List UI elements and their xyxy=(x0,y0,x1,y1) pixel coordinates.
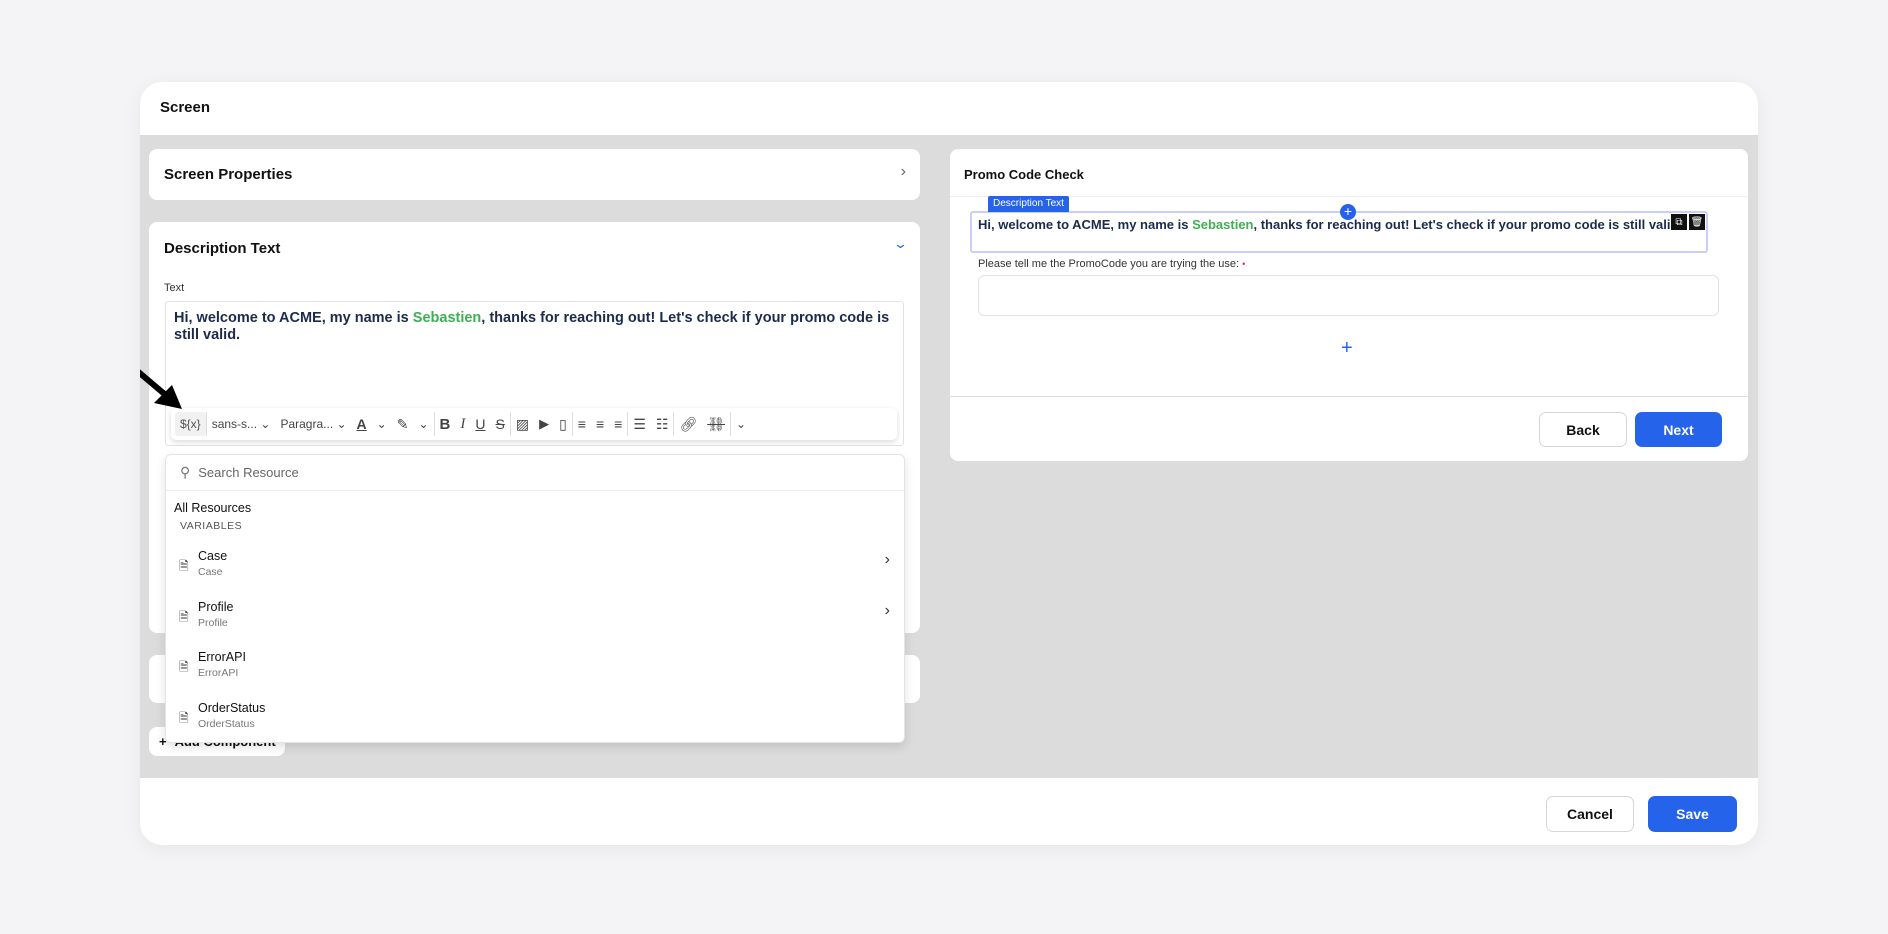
resource-item[interactable]: 🗎︎ Profile Profile › xyxy=(166,596,904,642)
text-label: Text xyxy=(164,282,185,294)
resource-item-subtitle: ErrorAPI xyxy=(198,667,239,679)
resource-item-title: ErrorAPI xyxy=(198,650,246,664)
align-center-icon[interactable]: ≡ xyxy=(591,412,609,436)
modal-header: Screen xyxy=(140,82,1758,135)
preview-text: , thanks for reaching out! Let's check i… xyxy=(1253,217,1683,232)
search-resource-input[interactable]: ⚲ Search Resource xyxy=(166,455,904,491)
preview-variable: Sebastien xyxy=(1192,217,1254,232)
all-resources-heading: All Resources xyxy=(174,501,252,515)
italic-icon[interactable]: I xyxy=(455,412,470,436)
selected-description-component[interactable]: Hi, welcome to ACME, my name is Sebastie… xyxy=(970,211,1708,253)
divider xyxy=(950,396,1748,397)
resource-item-title: OrderStatus xyxy=(198,700,266,715)
screen-properties-title: Screen Properties xyxy=(164,166,293,183)
align-left-icon[interactable]: ≡ xyxy=(573,412,591,436)
resource-item[interactable]: 🗎︎ OrderStatus OrderStatus xyxy=(166,697,904,743)
underline-icon[interactable]: U xyxy=(470,412,490,436)
text-color-icon[interactable]: A xyxy=(352,412,372,436)
promo-field-label: Please tell me the PromoCode you are try… xyxy=(978,258,1245,270)
document-icon: 🗎︎ xyxy=(179,660,189,674)
resource-item-title: Profile xyxy=(198,599,234,614)
back-button[interactable]: Back xyxy=(1539,412,1627,447)
component-actions: ⧉ 🗑︎ xyxy=(1671,214,1705,230)
next-button[interactable]: Next xyxy=(1635,412,1722,447)
cancel-button[interactable]: Cancel xyxy=(1546,796,1634,832)
document-icon: 🗎︎ xyxy=(179,710,189,725)
preview-text: Hi, welcome to ACME, my name is xyxy=(978,217,1193,232)
save-button[interactable]: Save xyxy=(1648,796,1737,832)
highlight-icon[interactable]: ✎ xyxy=(392,412,414,436)
font-family-value: sans-s... xyxy=(211,417,258,431)
video-icon[interactable]: ▶ xyxy=(534,412,554,436)
required-marker: • xyxy=(1242,259,1246,269)
bold-icon[interactable]: B xyxy=(435,412,456,436)
pointer-arrow-icon xyxy=(140,369,182,409)
more-options-icon[interactable]: ⌄ xyxy=(731,412,751,436)
editor-text: Hi, welcome to ACME, my name is xyxy=(174,310,413,326)
image-icon[interactable]: ▨ xyxy=(511,412,534,436)
link-icon[interactable]: 🔗︎ xyxy=(674,412,702,436)
delete-icon[interactable]: 🗑︎ xyxy=(1689,214,1705,230)
resource-item-title: Case xyxy=(198,549,228,563)
resource-dropdown: ⚲ Search Resource All Resources VARIABLE… xyxy=(165,454,905,743)
document-icon: 🗎︎ xyxy=(179,609,189,624)
strikethrough-icon[interactable]: S xyxy=(491,412,510,436)
chevron-down-icon[interactable]: ⌄ xyxy=(893,236,908,252)
resource-item[interactable]: 🗎︎ ErrorAPI ErrorAPI xyxy=(166,646,904,692)
file-icon[interactable]: ▯ xyxy=(554,412,572,436)
duplicate-icon[interactable]: ⧉ xyxy=(1671,214,1687,230)
divider xyxy=(950,196,1748,197)
block-format-select[interactable]: Paragra... ⌄ xyxy=(275,412,351,436)
description-section-title: Description Text xyxy=(164,240,281,257)
field-label-text: Please tell me the PromoCode you are try… xyxy=(978,258,1240,270)
numbered-list-icon[interactable]: ☷ xyxy=(651,412,674,436)
modal-title: Screen xyxy=(160,99,211,116)
preview-description-text: Hi, welcome to ACME, my name is Sebastie… xyxy=(978,217,1682,232)
chevron-right-icon[interactable]: › xyxy=(885,551,890,569)
chevron-right-icon[interactable]: › xyxy=(901,163,906,181)
block-format-value: Paragra... xyxy=(280,417,334,431)
add-above-icon[interactable]: + xyxy=(1340,204,1356,220)
resource-item[interactable]: 🗎︎ Case Case › xyxy=(166,545,904,591)
screen-properties-card[interactable]: Screen Properties › xyxy=(149,149,920,200)
font-family-select[interactable]: sans-s... ⌄ xyxy=(207,412,276,436)
document-icon: 🗎︎ xyxy=(179,559,189,573)
unlink-icon[interactable]: ⛓︎ xyxy=(702,412,730,436)
modal-footer: Cancel Save xyxy=(140,778,1758,845)
editor-toolbar: ${x} sans-s... ⌄ Paragra... ⌄ A ⌄ ✎ ⌄ B I … xyxy=(171,408,897,440)
selected-component-tag: Description Text xyxy=(988,196,1069,212)
search-placeholder: Search Resource xyxy=(198,465,299,480)
chevron-right-icon[interactable]: › xyxy=(885,602,890,620)
preview-card: Promo Code Check Hi, welcome to ACME, my… xyxy=(950,149,1748,461)
editor-content[interactable]: Hi, welcome to ACME, my name is Sebastie… xyxy=(174,310,894,344)
resource-item-subtitle: OrderStatus xyxy=(198,717,255,730)
align-right-icon[interactable]: ≡ xyxy=(609,412,627,436)
resource-item-subtitle: Profile xyxy=(198,616,228,629)
preview-title: Promo Code Check xyxy=(964,167,1084,182)
variables-group-label: VARIABLES xyxy=(180,520,243,532)
add-component-plus-icon[interactable]: + xyxy=(1341,337,1353,360)
variable-token[interactable]: Sebastien xyxy=(413,310,482,326)
search-icon: ⚲ xyxy=(180,464,191,480)
promo-code-input[interactable] xyxy=(978,275,1719,316)
bullet-list-icon[interactable]: ☰ xyxy=(628,412,651,436)
resource-item-subtitle: Case xyxy=(198,566,223,578)
screen-modal: Screen Screen Properties › Description T… xyxy=(140,82,1758,845)
chevron-down-icon[interactable]: ⌄ xyxy=(372,412,392,436)
chevron-down-icon[interactable]: ⌄ xyxy=(413,412,433,436)
